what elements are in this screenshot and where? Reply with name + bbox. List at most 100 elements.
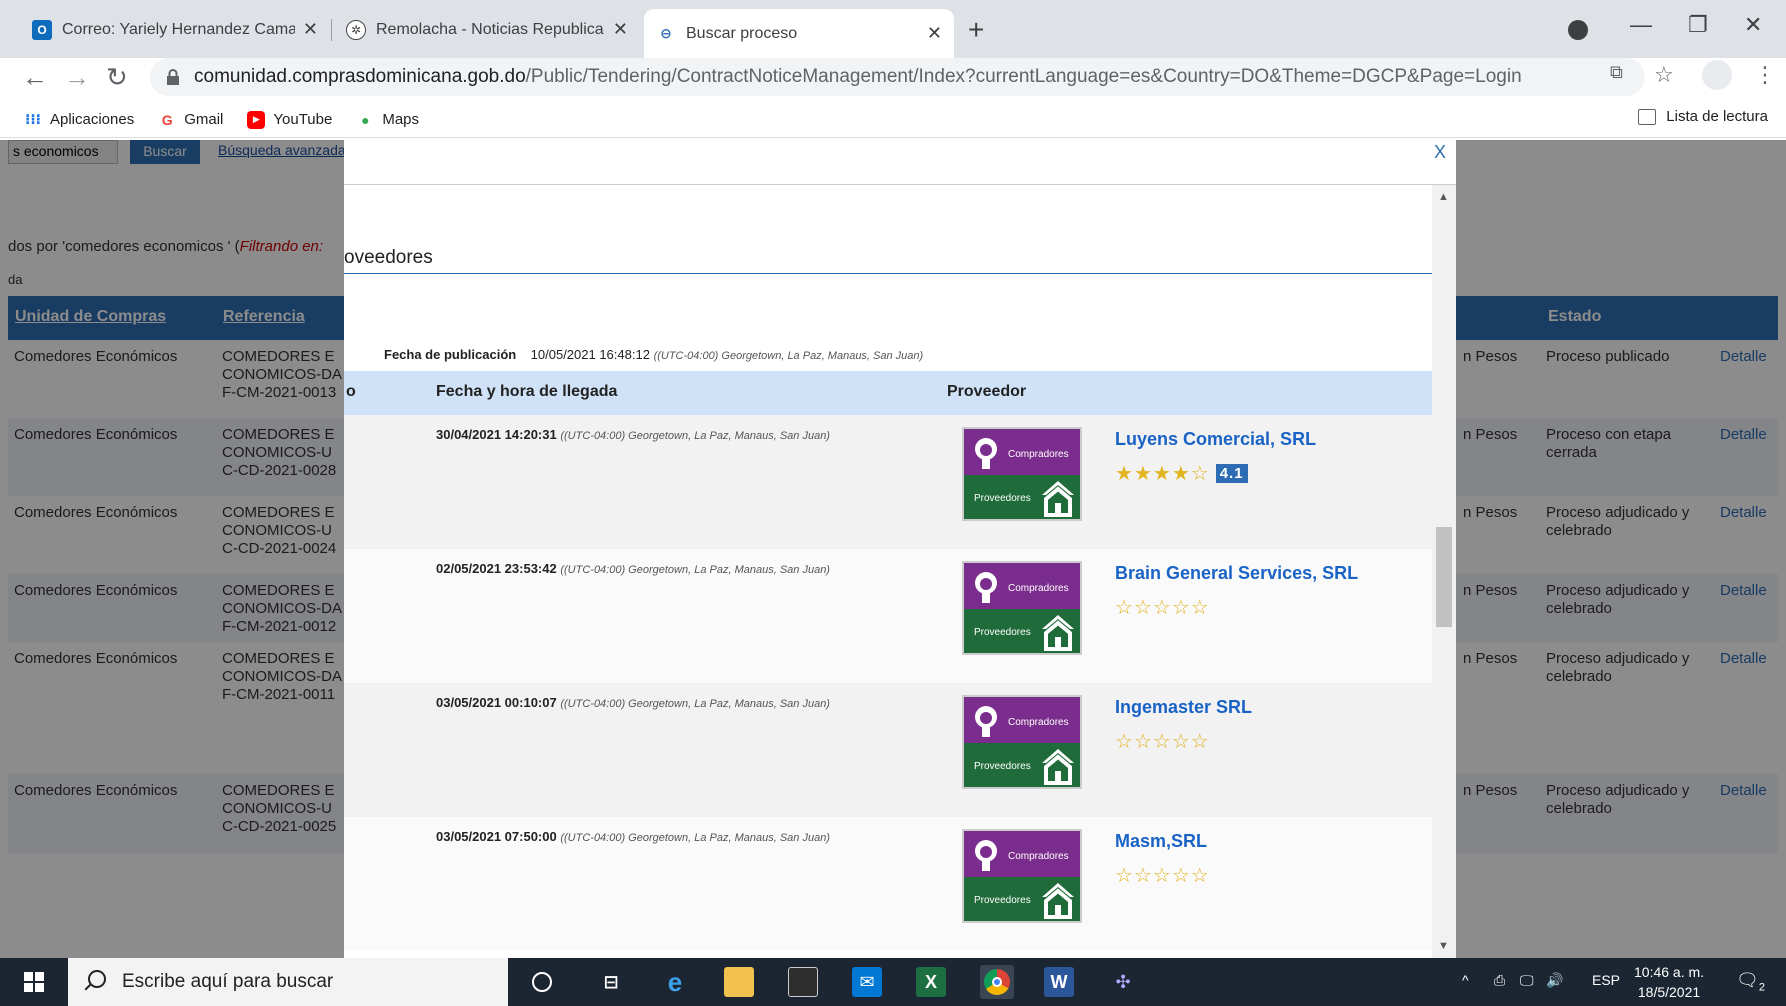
taskbar-search[interactable]: Escribe aquí para buscar	[68, 958, 508, 1006]
language-indicator[interactable]: ESP	[1592, 972, 1620, 988]
notifications-icon[interactable]: 🗨2	[1736, 970, 1765, 994]
supplier-row: 03/05/2021 00:10:07 ((UTC-04:00) Georget…	[344, 683, 1456, 817]
badge-buyers: Compradores	[964, 831, 1080, 877]
arrival-datetime: 02/05/2021 23:53:42	[436, 561, 557, 576]
bookmark-star-icon[interactable]: ☆	[1654, 62, 1674, 88]
scroll-up-icon[interactable]: ▲	[1438, 191, 1449, 203]
bookmark-label: Gmail	[184, 111, 224, 128]
scroll-down-icon[interactable]: ▼	[1438, 940, 1449, 952]
star-empty-icon: ☆	[1171, 597, 1191, 619]
file-explorer-icon[interactable]	[724, 967, 754, 997]
reading-list[interactable]: Lista de lectura	[1638, 108, 1768, 125]
star-filled-icon: ★	[1152, 463, 1172, 485]
tab-buscar-proceso[interactable]: ⊖ Buscar proceso ✕	[644, 9, 954, 58]
pub-tz: ((UTC-04:00) Georgetown, La Paz, Manaus,…	[653, 350, 924, 362]
star-empty-icon: ☆	[1133, 597, 1153, 619]
word-icon[interactable]: W	[1044, 967, 1074, 997]
close-tab-icon[interactable]: ✕	[613, 19, 628, 40]
tray-app-icon[interactable]: ⎙	[1494, 972, 1505, 989]
mail-icon[interactable]: ✉	[852, 967, 882, 997]
close-window-icon[interactable]: ✕	[1744, 12, 1762, 38]
system-clock[interactable]: 10:46 a. m. 18/5/2021	[1634, 962, 1704, 1002]
bookmark-youtube[interactable]: ▶ YouTube	[247, 110, 332, 129]
tab-strip: O Correo: Yariely Hernandez Camac ✕ ✲ Re…	[0, 0, 1786, 58]
task-view-icon[interactable]: ⊟	[596, 967, 626, 997]
modal-close-button[interactable]: X	[1434, 142, 1446, 163]
new-tab-icon[interactable]: +	[968, 14, 984, 46]
supplier-name-link[interactable]: Brain General Services, SRL	[1115, 563, 1358, 584]
minimize-icon[interactable]: —	[1630, 12, 1652, 38]
scrollbar-thumb[interactable]	[1436, 527, 1452, 627]
supplier-rating: ☆ ☆ ☆ ☆ ☆	[1115, 863, 1210, 888]
badge-buyers-label: Compradores	[1008, 449, 1069, 460]
suppliers-modal: X oveedores Fecha de publicación 10/05/2…	[344, 140, 1456, 958]
badge-buyers-label: Compradores	[1008, 717, 1069, 728]
forward-icon[interactable]: →	[64, 62, 90, 93]
tab-search-icon[interactable]	[1568, 20, 1588, 40]
address-bar[interactable]: comunidad.comprasdominicana.gob.do/Publi…	[150, 58, 1645, 96]
star-empty-icon: ☆	[1190, 463, 1210, 485]
cortana-icon[interactable]	[532, 972, 552, 992]
chrome-icon[interactable]	[980, 965, 1014, 999]
badge-suppliers-label: Proveedores	[974, 493, 1031, 504]
supplier-name-link[interactable]: Masm,SRL	[1115, 831, 1207, 852]
edge-icon[interactable]: e	[660, 967, 690, 997]
apps-grid-icon: ⁝⁝⁝	[25, 111, 41, 127]
supplier-rating: ☆ ☆ ☆ ☆ ☆	[1115, 595, 1210, 620]
modal-scrollbar[interactable]: ▲ ▼	[1432, 185, 1456, 958]
star-empty-icon: ☆	[1115, 731, 1134, 753]
windows-start-icon[interactable]	[24, 972, 44, 992]
publication-date: Fecha de publicación 10/05/2021 16:48:12…	[384, 347, 923, 362]
pub-value: 10/05/2021 16:48:12	[530, 347, 650, 362]
slack-like-icon[interactable]: ✣	[1108, 967, 1138, 997]
star-empty-icon: ☆	[1152, 865, 1172, 887]
star-empty-icon: ☆	[1171, 865, 1191, 887]
windows-taskbar: Escribe aquí para buscar ⊟ e ✉ X W ✣ ^ ⎙…	[0, 958, 1786, 1006]
outlook-icon: O	[32, 19, 52, 40]
star-empty-icon: ☆	[1171, 731, 1191, 753]
modal-scroll-area: oveedores Fecha de publicación 10/05/202…	[344, 185, 1456, 958]
menu-icon[interactable]: ⋮	[1754, 62, 1776, 88]
maps-pin-icon: ●	[361, 111, 370, 128]
restore-icon[interactable]: ❐	[1688, 12, 1708, 38]
tab-separator	[331, 19, 332, 41]
tab-title: Buscar proceso	[686, 24, 798, 42]
house-icon	[1042, 615, 1074, 651]
badge-suppliers: Proveedores	[964, 609, 1080, 653]
tray-chevron-icon[interactable]: ^	[1462, 972, 1469, 988]
badge-suppliers: Proveedores	[964, 877, 1080, 921]
col-supplier: Proveedor	[947, 383, 1027, 400]
bookmark-gmail[interactable]: G Gmail	[158, 111, 224, 129]
suppliers-table-header: o Fecha y hora de llegada Proveedor	[344, 371, 1456, 415]
volume-icon[interactable]: 🔊	[1546, 972, 1563, 989]
star-empty-icon: ☆	[1152, 731, 1172, 753]
supplier-row: 30/04/2021 14:20:31 ((UTC-04:00) Georget…	[344, 415, 1456, 549]
supplier-rating: ★ ★ ★ ★ ☆ 4.1	[1115, 461, 1248, 486]
bookmark-maps[interactable]: ● Maps	[356, 111, 419, 129]
translate-icon[interactable]: ⧉	[1610, 62, 1623, 83]
tab-correo[interactable]: O Correo: Yariely Hernandez Camac ✕	[20, 9, 330, 50]
arrival-date: 03/05/2021 07:50:00 ((UTC-04:00) Georget…	[436, 829, 830, 844]
close-tab-icon[interactable]: ✕	[927, 23, 942, 44]
close-tab-icon[interactable]: ✕	[303, 19, 318, 40]
excel-icon[interactable]: X	[916, 967, 946, 997]
profile-avatar-icon[interactable]	[1702, 60, 1732, 90]
tab-remolacha[interactable]: ✲ Remolacha - Noticias Republica D ✕	[334, 9, 640, 50]
store-icon[interactable]	[788, 967, 818, 997]
star-empty-icon: ☆	[1152, 597, 1172, 619]
house-icon	[1042, 883, 1074, 919]
star-empty-icon: ☆	[1115, 865, 1134, 887]
badge-suppliers: Proveedores	[964, 743, 1080, 787]
star-empty-icon: ☆	[1190, 731, 1210, 753]
badge-buyers: Compradores	[964, 429, 1080, 475]
arrow-up-icon	[975, 706, 997, 737]
network-icon[interactable]: 🖵	[1520, 972, 1534, 989]
reload-icon[interactable]: ↻	[106, 62, 128, 93]
supplier-name-link[interactable]: Ingemaster SRL	[1115, 697, 1252, 718]
rating-score-badge: 4.1	[1215, 464, 1248, 483]
bookmark-apps[interactable]: ⁝⁝⁝ Aplicaciones	[24, 111, 134, 129]
arrival-tz: ((UTC-04:00) Georgetown, La Paz, Manaus,…	[560, 430, 830, 442]
supplier-name-link[interactable]: Luyens Comercial, SRL	[1115, 429, 1316, 450]
back-icon[interactable]: ←	[22, 62, 48, 93]
arrival-date: 30/04/2021 14:20:31 ((UTC-04:00) Georget…	[436, 427, 830, 442]
